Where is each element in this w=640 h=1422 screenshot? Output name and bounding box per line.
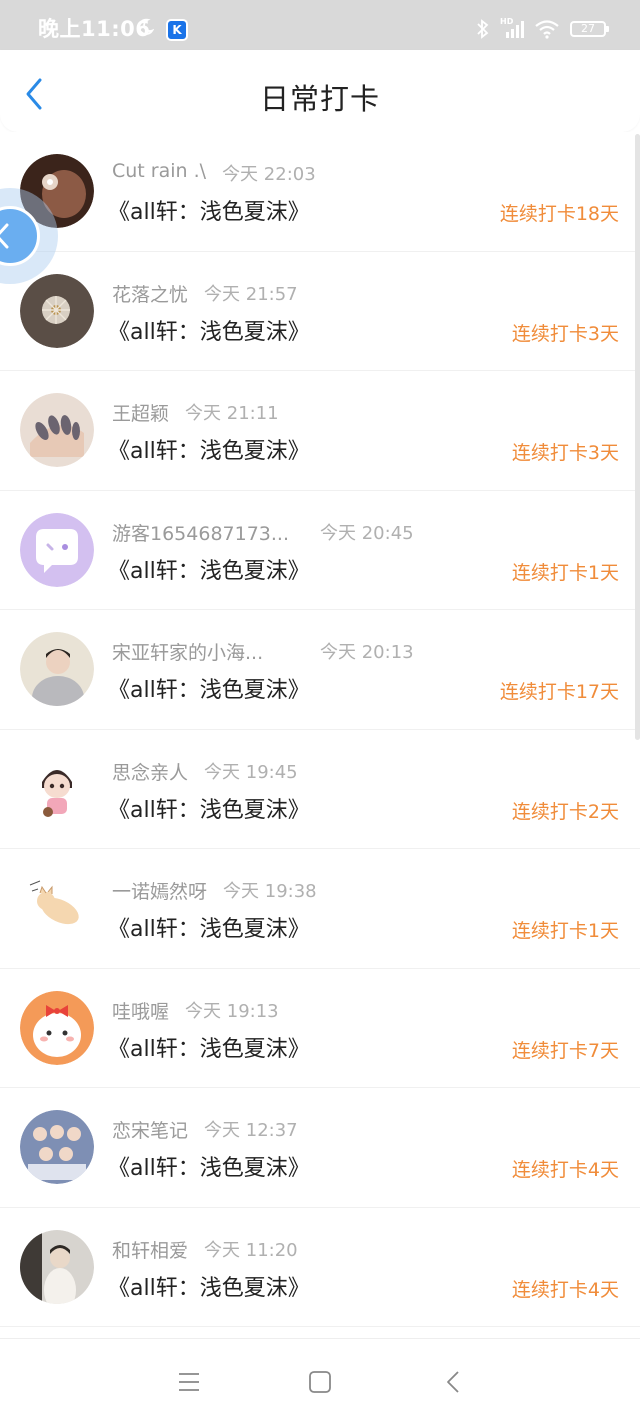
- avatar[interactable]: [20, 512, 94, 587]
- avatar[interactable]: [20, 751, 94, 826]
- floating-k-icon: [0, 206, 40, 266]
- page-header: 日常打卡: [0, 50, 640, 132]
- list-item[interactable]: 王超颖 今天 21:11 《all轩：浅色夏沫》 连续打卡3天: [0, 371, 640, 491]
- list-item[interactable]: Cut rain .\ 今天 22:03 《all轩：浅色夏沫》 连续打卡18天: [0, 132, 640, 252]
- book-title: 《all轩：浅色夏沫》: [108, 797, 310, 823]
- status-bar: 晚上11:06 K HD 27: [0, 0, 640, 50]
- user-name: 花落之忧: [112, 283, 189, 306]
- book-title: 《all轩：浅色夏沫》: [108, 439, 310, 464]
- user-name: Cut rain .\: [112, 160, 207, 182]
- scrollbar[interactable]: [635, 134, 640, 740]
- avatar[interactable]: [20, 1229, 94, 1304]
- user-name: 一诺嫣然呀: [112, 881, 208, 903]
- list-item[interactable]: 思念亲人 今天 19:45 《all轩：浅色夏沫》 连续打卡2天: [0, 730, 640, 849]
- list-item[interactable]: 游客1654687173... 今天 20:45 《all轩：浅色夏沫》 连续打卡…: [0, 491, 640, 610]
- checkin-time: 今天 11:20: [204, 1239, 298, 1261]
- streak-label: 连续打卡2天: [511, 800, 619, 823]
- record-meta: 恋宋笔记 今天 12:37: [112, 1116, 298, 1142]
- wifi-icon: [535, 20, 559, 39]
- record-meta: 思念亲人 今天 19:45: [112, 758, 298, 784]
- checkin-time: 今天 21:11: [185, 403, 279, 424]
- checkin-time: 今天 19:13: [185, 1000, 279, 1022]
- record-meta: 一诺嫣然呀 今天 19:38: [112, 877, 317, 903]
- back-triangle-icon[interactable]: [441, 1369, 467, 1395]
- avatar[interactable]: [20, 871, 94, 945]
- user-name: 和轩相爱: [112, 1239, 189, 1262]
- record-meta: 哇哦喔 今天 19:13: [112, 997, 279, 1023]
- home-square-icon[interactable]: [307, 1369, 333, 1395]
- record-meta: 王超颖 今天 21:11: [112, 399, 279, 425]
- system-nav-bar: [0, 1338, 640, 1422]
- app-notification-icon: K: [166, 19, 188, 41]
- list-item[interactable]: 恋宋笔记 今天 12:37 《all轩：浅色夏沫》 连续打卡4天: [0, 1088, 640, 1208]
- streak-label: 连续打卡1天: [511, 561, 619, 584]
- status-right-group: HD 27: [476, 17, 609, 41]
- user-name: 哇哦喔: [112, 1000, 170, 1023]
- checkin-time: 今天 20:45: [320, 522, 414, 544]
- signal-icon: HD: [500, 17, 524, 39]
- checkin-time: 今天 21:57: [204, 283, 298, 305]
- user-name: 游客1654687173...: [112, 522, 290, 545]
- bluetooth-icon: [477, 19, 489, 39]
- user-name: 宋亚轩家的小海...: [112, 642, 264, 664]
- avatar[interactable]: [20, 632, 94, 706]
- streak-label: 连续打卡7天: [511, 1039, 619, 1062]
- record-meta: 游客1654687173... 今天 20:45: [112, 519, 414, 545]
- streak-label: 连续打卡17天: [499, 681, 619, 703]
- book-title: 《all轩：浅色夏沫》: [108, 1156, 310, 1181]
- checkin-list[interactable]: Cut rain .\ 今天 22:03 《all轩：浅色夏沫》 连续打卡18天 …: [0, 132, 640, 1338]
- streak-label: 连续打卡4天: [511, 1159, 619, 1181]
- record-meta: 花落之忧 今天 21:57: [112, 280, 298, 306]
- avatar[interactable]: [20, 990, 94, 1065]
- streak-label: 连续打卡3天: [511, 322, 619, 345]
- avatar[interactable]: [20, 273, 94, 348]
- page-title: 日常打卡: [259, 82, 380, 116]
- book-title: 《all轩：浅色夏沫》: [108, 558, 310, 584]
- streak-label: 连续打卡1天: [511, 920, 619, 942]
- book-title: 《all轩：浅色夏沫》: [108, 1036, 310, 1062]
- record-meta: 和轩相爱 今天 11:20: [112, 1236, 298, 1262]
- list-item[interactable]: 宋亚轩家的小海... 今天 20:13 《all轩：浅色夏沫》 连续打卡17天: [0, 610, 640, 730]
- list-item[interactable]: 哇哦喔 今天 19:13 《all轩：浅色夏沫》 连续打卡7天: [0, 969, 640, 1088]
- list-item[interactable]: 花落之忧 今天 21:57 《all轩：浅色夏沫》 连续打卡3天: [0, 252, 640, 371]
- user-name: 恋宋笔记: [112, 1120, 189, 1142]
- avatar[interactable]: [20, 1110, 94, 1184]
- book-title: 《all轩：浅色夏沫》: [108, 917, 310, 942]
- book-title: 《all轩：浅色夏沫》: [108, 678, 310, 703]
- checkin-time: 今天 12:37: [204, 1120, 298, 1141]
- checkin-time: 今天 22:03: [222, 164, 316, 185]
- record-meta: Cut rain .\ 今天 22:03: [112, 160, 316, 186]
- streak-label: 连续打卡18天: [499, 203, 619, 225]
- checkin-time: 今天 19:45: [204, 761, 298, 783]
- record-meta: 宋亚轩家的小海... 今天 20:13: [112, 638, 414, 664]
- user-name: 思念亲人: [112, 761, 189, 784]
- checkin-time: 今天 20:13: [320, 642, 414, 663]
- user-name: 王超颖: [112, 403, 170, 425]
- screen: 晚上11:06 K HD 27 日常打卡 Cut rain .\ 今天 22:0…: [0, 0, 640, 1422]
- book-title: 《all轩：浅色夏沫》: [108, 200, 310, 225]
- status-time: 晚上11:06: [38, 17, 151, 41]
- moon-icon: [137, 18, 154, 35]
- battery-indicator: 27: [570, 21, 609, 37]
- streak-label: 连续打卡4天: [511, 1278, 619, 1301]
- menu-icon[interactable]: [176, 1369, 202, 1395]
- streak-label: 连续打卡3天: [511, 442, 619, 464]
- book-title: 《all轩：浅色夏沫》: [108, 319, 310, 345]
- avatar[interactable]: [20, 393, 94, 467]
- list-item[interactable]: 和轩相爱 今天 11:20 《all轩：浅色夏沫》 连续打卡4天: [0, 1208, 640, 1327]
- list-item[interactable]: 一诺嫣然呀 今天 19:38 《all轩：浅色夏沫》 连续打卡1天: [0, 849, 640, 969]
- book-title: 《all轩：浅色夏沫》: [108, 1275, 310, 1301]
- checkin-time: 今天 19:38: [223, 881, 317, 902]
